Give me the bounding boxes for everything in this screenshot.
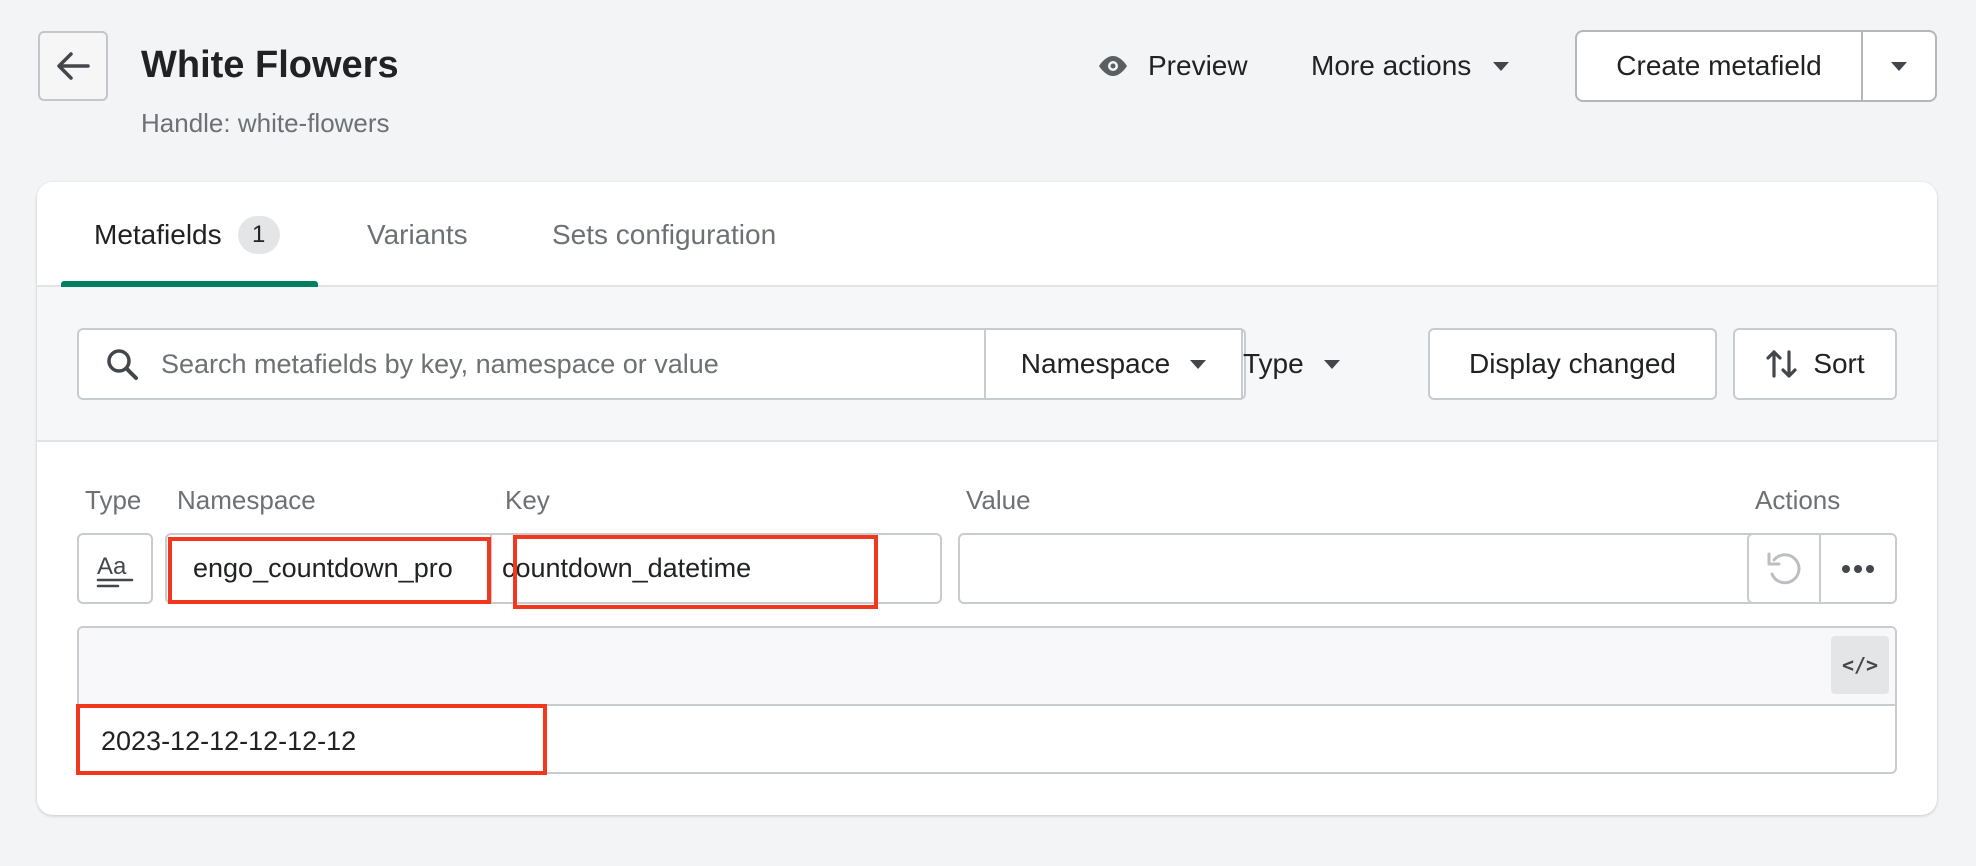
tab-variants[interactable]: Variants xyxy=(367,182,468,287)
namespace-filter-label: Namespace xyxy=(1020,348,1171,379)
tab-metafields[interactable]: Metafields 1 xyxy=(94,182,280,287)
namespace-filter-button[interactable]: Namespace xyxy=(986,330,1243,398)
namespace-field[interactable]: engo_countdown_pro xyxy=(165,533,492,604)
type-selector-button[interactable]: Aa xyxy=(77,533,153,604)
ellipsis-icon xyxy=(1842,564,1874,573)
sort-button[interactable]: Sort xyxy=(1733,328,1897,400)
sort-icon xyxy=(1766,350,1797,378)
tab-sets-configuration[interactable]: Sets configuration xyxy=(552,182,776,287)
sort-label: Sort xyxy=(1813,348,1865,379)
caret-down-icon xyxy=(1323,359,1340,369)
back-button[interactable] xyxy=(38,31,108,101)
filter-bar: Namespace Type Display changed Sort xyxy=(37,287,1937,442)
undo-icon xyxy=(1767,552,1801,584)
create-metafield-button[interactable]: Create metafield xyxy=(1577,32,1861,100)
column-header-key: Key xyxy=(505,485,550,515)
tab-sets-configuration-label: Sets configuration xyxy=(552,218,777,250)
preview-button[interactable]: Preview xyxy=(1096,44,1248,88)
product-handle: Handle: white-flowers xyxy=(141,108,390,138)
metafields-count-badge: 1 xyxy=(237,215,280,254)
tab-metafields-label: Metafields xyxy=(94,218,222,250)
eye-icon xyxy=(1099,56,1127,76)
column-header-namespace: Namespace xyxy=(177,485,316,515)
code-view-button[interactable]: </> xyxy=(1831,636,1889,694)
more-actions-button[interactable]: More actions xyxy=(1311,44,1510,88)
page-title: White Flowers xyxy=(141,44,399,86)
undo-button[interactable] xyxy=(1749,535,1821,602)
code-icon: </> xyxy=(1841,653,1879,677)
column-header-value: Value xyxy=(966,485,1031,515)
caret-down-icon xyxy=(1493,61,1510,71)
value-field[interactable] xyxy=(958,533,1769,604)
svg-text:Aa: Aa xyxy=(97,553,127,580)
type-filter-label: Type xyxy=(1243,348,1304,379)
column-header-actions: Actions xyxy=(1755,485,1841,515)
search-box xyxy=(79,330,986,398)
caret-down-icon xyxy=(1190,359,1207,369)
more-actions-label: More actions xyxy=(1311,50,1472,81)
type-filter-button[interactable]: Type xyxy=(1243,330,1340,398)
search-icon xyxy=(107,349,138,380)
editor-text-area[interactable]: 2023-12-12-12-12-12 xyxy=(79,706,1895,772)
create-metafield-group: Create metafield xyxy=(1575,30,1937,102)
row-actions xyxy=(1747,533,1897,604)
tab-bar: Metafields 1 Variants Sets configuration xyxy=(37,182,1937,287)
value-editor: </> 2023-12-12-12-12-12 xyxy=(77,626,1897,774)
tab-variants-label: Variants xyxy=(367,218,468,250)
more-options-button[interactable] xyxy=(1821,535,1895,602)
key-field[interactable]: countdown_datetime xyxy=(492,533,942,604)
search-input[interactable] xyxy=(161,348,961,380)
caret-down-icon xyxy=(1891,61,1907,71)
metafields-card: Metafields 1 Variants Sets configuration… xyxy=(37,182,1937,815)
create-metafield-dropdown-button[interactable] xyxy=(1861,32,1935,100)
editor-toolbar: </> xyxy=(79,628,1895,706)
text-type-icon: Aa xyxy=(96,553,134,587)
column-header-type: Type xyxy=(85,485,142,515)
preview-label: Preview xyxy=(1148,50,1248,81)
arrow-left-icon xyxy=(57,52,90,80)
display-changed-button[interactable]: Display changed xyxy=(1428,328,1717,400)
search-filter-group: Namespace Type xyxy=(77,328,1340,400)
